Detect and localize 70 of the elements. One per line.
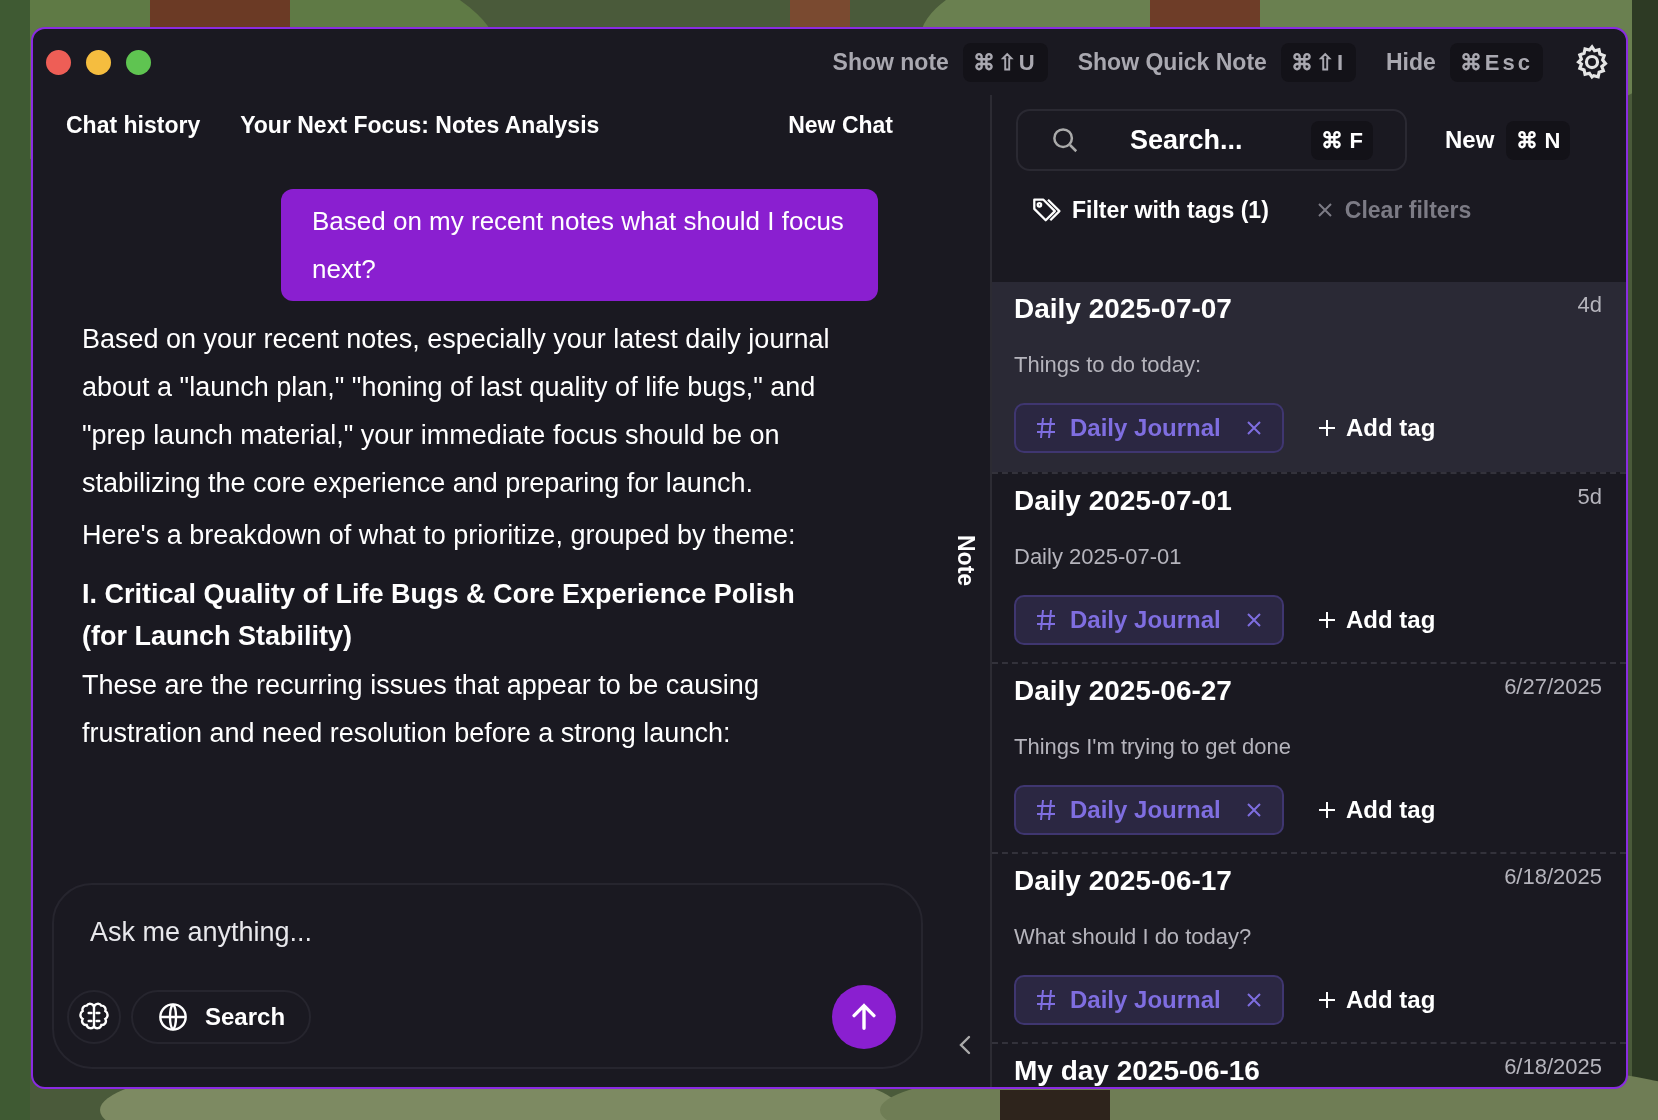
note-tab[interactable]: Note — [948, 535, 984, 587]
toolbar-action[interactable]: Show note — [832, 44, 949, 80]
note-preview: Things I'm trying to get done — [1014, 733, 1292, 761]
note-item[interactable]: My day 2025-06-16 6/18/2025 — [992, 1042, 1626, 1087]
shortcut-key: ⌘ N — [1506, 120, 1571, 160]
plus-icon — [1318, 419, 1336, 437]
tag-label: Daily Journal — [1070, 985, 1221, 1015]
toolbar-action[interactable]: Hide — [1386, 44, 1436, 80]
note-title: Daily 2025-06-17 — [1014, 864, 1232, 898]
note-item[interactable]: Daily 2025-07-01 5d Daily 2025-07-01 Daily Journal Add tag — [992, 472, 1626, 662]
note-time: 6/18/2025 — [1504, 863, 1602, 891]
remove-tag-icon[interactable] — [1246, 420, 1262, 436]
answer-heading: I. Critical Quality of Life Bugs & Core Experience Polish (for Launch Stability) — [82, 578, 796, 653]
new-note-button[interactable]: New — [1445, 122, 1495, 158]
shortcut-key: ⌘⇧I — [1280, 42, 1356, 82]
note-preview: Daily 2025-07-01 — [1014, 543, 1183, 571]
clear-filters-button[interactable]: Clear filters — [1316, 193, 1472, 228]
tag-label: Daily Journal — [1070, 605, 1221, 635]
minimize-button[interactable] — [86, 49, 111, 75]
note-preview: Things to do today: — [1014, 351, 1203, 379]
note-item[interactable]: Daily 2025-06-27 6/27/2025 Things I'm trying to get done Daily Journal Add tag — [992, 662, 1626, 852]
note-time: 5d — [1577, 483, 1602, 511]
note-time: 6/18/2025 — [1504, 1053, 1602, 1081]
shortcut-key: ⌘Esc — [1449, 42, 1543, 82]
answer-paragraph: These are the recurring issues that appear to be causing frustration and need resolution before a strong launch: — [82, 669, 760, 750]
filter-tags-button[interactable]: Filter with tags (1) — [1072, 193, 1269, 228]
close-icon — [1316, 202, 1333, 219]
hash-icon — [1036, 609, 1056, 631]
chat-history-link[interactable]: Chat history — [66, 107, 201, 143]
note-preview: What should I do today? — [1014, 923, 1253, 951]
note-time: 4d — [1577, 291, 1602, 319]
search-field[interactable]: Search... ⌘ F — [1016, 109, 1407, 171]
hash-icon — [1036, 989, 1056, 1011]
note-title: Daily 2025-06-27 — [1014, 674, 1232, 708]
note-item[interactable]: Daily 2025-07-07 4d Things to do today: Daily Journal Add tag — [992, 282, 1626, 472]
hash-icon — [1036, 417, 1056, 439]
chat-title: Your Next Focus: Notes Analysis — [240, 110, 600, 140]
toolbar-action[interactable]: Show Quick Note — [1077, 44, 1267, 80]
note-item[interactable]: Daily 2025-06-17 6/18/2025 What should I do today? Daily Journal Add tag — [992, 852, 1626, 1042]
zoom-button[interactable] — [126, 49, 151, 75]
brain-button[interactable] — [67, 990, 121, 1044]
search-icon — [1050, 125, 1080, 155]
shortcut-key: ⌘⇧U — [962, 42, 1048, 82]
note-title: Daily 2025-07-01 — [1014, 484, 1232, 518]
search-input[interactable]: Search... — [1130, 119, 1280, 161]
new-chat-link[interactable]: New Chat — [788, 107, 893, 143]
remove-tag-icon[interactable] — [1246, 802, 1262, 818]
chat-input[interactable]: Ask me anything... — [90, 907, 891, 957]
close-button[interactable] — [46, 49, 71, 75]
hash-icon — [1036, 799, 1056, 821]
add-tag-button[interactable]: Add tag — [1318, 602, 1436, 638]
note-title: My day 2025-06-16 — [1014, 1054, 1260, 1087]
answer-paragraph: Based on your recent notes, especially your latest daily journal about a "launch plan," "honing of last quality of life bugs," and "prep launch material," your immediate focus should be on stabilizing the core experience and preparing for launch. — [82, 323, 831, 500]
plus-icon — [1318, 801, 1336, 819]
answer-paragraph: Here's a breakdown of what to prioritize, grouped by theme: — [82, 519, 797, 552]
note-title: Daily 2025-07-07 — [1014, 292, 1232, 326]
note-time: 6/27/2025 — [1504, 673, 1602, 701]
globe-icon — [157, 1001, 189, 1033]
tag-label: Daily Journal — [1070, 413, 1221, 443]
shortcut-key: ⌘ F — [1311, 120, 1373, 160]
tag-label: Daily Journal — [1070, 795, 1221, 825]
plus-icon — [1318, 611, 1336, 629]
search-button[interactable]: Search — [131, 990, 312, 1044]
remove-tag-icon[interactable] — [1246, 992, 1262, 1008]
add-tag-button[interactable]: Add tag — [1318, 982, 1436, 1018]
add-tag-button[interactable]: Add tag — [1318, 792, 1436, 828]
plus-icon — [1318, 991, 1336, 1009]
add-tag-button[interactable]: Add tag — [1318, 410, 1436, 446]
remove-tag-icon[interactable] — [1246, 612, 1262, 628]
user-message: Based on my recent notes what should I focus next? — [281, 189, 878, 301]
